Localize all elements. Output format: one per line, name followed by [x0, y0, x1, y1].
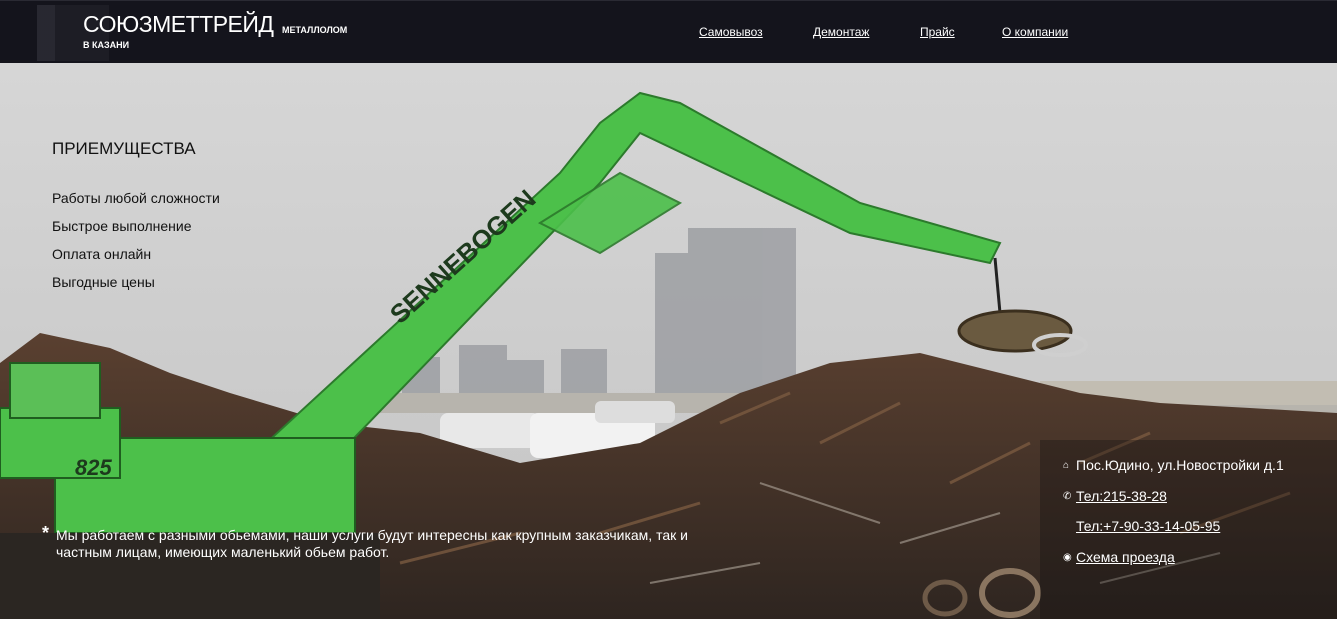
contact-address-text: Пос.Юдино, ул.Новостройки д.1 [1076, 457, 1284, 473]
phone-icon: ✆ [1063, 490, 1072, 502]
contact-phone-1[interactable]: ✆ Тел:215-38-28 [1063, 488, 1167, 504]
advantage-item: Работы любой сложности [52, 190, 220, 206]
services-note: * Мы работаем с разными обьемами, наши у… [42, 523, 732, 561]
advantage-item: Оплата онлайн [52, 246, 152, 262]
nav-link-about[interactable]: О компании [1002, 25, 1068, 39]
phone-link-2[interactable]: Тел:+7-90-33-14-05-95 [1076, 518, 1220, 534]
advantages-title: ПРИЕМУЩЕСТВА [52, 139, 196, 158]
logo-subtitle: В КАЗАНИ [83, 40, 130, 50]
phone-link-1[interactable]: Тел:215-38-28 [1076, 488, 1167, 504]
asterisk-marker: * [42, 523, 50, 543]
nav-link-pickup[interactable]: Самовывоз [699, 25, 763, 39]
contact-address: ⌂ Пос.Юдино, ул.Новостройки д.1 [1063, 457, 1284, 473]
services-note-text: Мы работаем с разными обьемами, наши усл… [56, 527, 688, 560]
advantage-item: Быстрое выполнение [52, 218, 192, 234]
nav-link-dismantling[interactable]: Демонтаж [813, 25, 869, 39]
map-link[interactable]: Схема проезда [1076, 549, 1175, 565]
logo-tagline: МЕТАЛЛОЛОМ [282, 25, 348, 35]
home-icon: ⌂ [1063, 459, 1070, 471]
svg-text:825: 825 [75, 455, 112, 480]
contact-map[interactable]: ◉ Схема проезда [1063, 549, 1175, 565]
nav-link-price[interactable]: Прайс [920, 25, 955, 39]
contact-phone-2[interactable]: Тел:+7-90-33-14-05-95 [1063, 518, 1220, 534]
advantage-item: Выгодные цены [52, 274, 155, 290]
map-pin-icon: ◉ [1063, 551, 1072, 563]
site-header: СОЮЗМЕТТРЕЙД МЕТАЛЛОЛОМ В КАЗАНИ Самовыв… [0, 0, 1337, 63]
logo-title[interactable]: СОЮЗМЕТТРЕЙД [83, 11, 274, 38]
